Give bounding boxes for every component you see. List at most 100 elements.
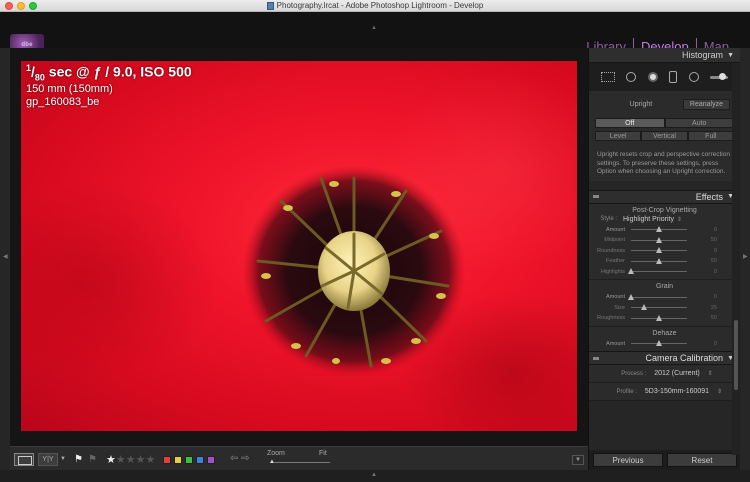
slider-value[interactable]: 50	[687, 237, 717, 243]
slider-value[interactable]: 25	[687, 305, 717, 311]
slider-thumb[interactable]	[628, 293, 634, 300]
upright-level-button[interactable]: Level	[595, 131, 642, 141]
slider-thumb[interactable]	[656, 314, 662, 321]
slider-label: Roundness	[597, 247, 625, 254]
slider-value[interactable]: 50	[687, 315, 717, 321]
slider-thumb[interactable]	[641, 304, 647, 311]
previous-photo-icon[interactable]: ⇦	[230, 453, 238, 464]
slider-value[interactable]: 0	[687, 341, 717, 347]
close-window-button[interactable]	[5, 2, 13, 10]
slider-track[interactable]	[628, 268, 687, 275]
effects-header[interactable]: Effects ▼	[589, 189, 740, 204]
profile-select[interactable]: 5D3-150mm-160091	[645, 388, 709, 395]
process-select-arrow-icon[interactable]: ⇕	[708, 370, 713, 377]
panel-switch-icon[interactable]	[593, 356, 599, 360]
effects-title: Effects	[695, 191, 724, 202]
slider-thumb[interactable]	[656, 236, 662, 243]
upright-row: Upright Reanalyze	[595, 99, 734, 110]
style-select-arrow-icon[interactable]: ⇕	[674, 216, 682, 223]
slider-thumb[interactable]	[656, 247, 662, 254]
slider-thumb[interactable]	[656, 340, 662, 347]
star-icon[interactable]: ★	[146, 454, 156, 466]
loupe-view-button[interactable]	[14, 453, 34, 466]
profile-select-arrow-icon[interactable]: ⇕	[717, 388, 722, 395]
color-label-blue[interactable]	[196, 456, 204, 464]
slider-track[interactable]	[628, 293, 687, 300]
right-panel-toggle-icon[interactable]: ▶	[743, 253, 748, 260]
left-panel-edge[interactable]: ◀	[0, 48, 10, 470]
star-icon[interactable]: ★	[116, 454, 126, 466]
slider-track[interactable]	[631, 236, 687, 243]
camera-calibration-title: Camera Calibration	[645, 353, 724, 363]
upright-auto-button[interactable]: Auto	[664, 118, 734, 128]
slider-track[interactable]	[631, 226, 687, 233]
radial-filter-tool-icon[interactable]	[688, 72, 699, 82]
flag-reject-icon[interactable]: ⚑	[88, 454, 97, 465]
poppy-photo[interactable]: 1/80 sec @ ƒ / 9.0, ISO 500 150 mm (150m…	[21, 61, 577, 431]
panel-switch-icon[interactable]	[593, 195, 599, 198]
next-photo-icon[interactable]: ⇨	[241, 453, 249, 464]
star-icon[interactable]: ★	[126, 454, 136, 466]
color-label-green[interactable]	[185, 456, 193, 464]
red-eye-tool-icon[interactable]	[647, 72, 658, 82]
slider-track[interactable]	[631, 314, 687, 321]
slider-value[interactable]: 0	[687, 269, 717, 275]
style-select[interactable]: Highlight Priority	[623, 216, 674, 223]
filmstrip-edge[interactable]: ▲	[0, 470, 750, 482]
top-panel-toggle-icon[interactable]: ▲	[371, 25, 377, 31]
dehaze-sliders: Amount 0	[593, 339, 736, 350]
zoom-slider-thumb[interactable]: ▲	[269, 459, 275, 465]
slider-thumb[interactable]	[656, 257, 662, 264]
process-select[interactable]: 2012 (Current)	[654, 370, 700, 377]
camera-calibration-header[interactable]: Camera Calibration ▼	[589, 351, 740, 365]
slider-row: Highlights 0	[593, 267, 736, 278]
exposure-text: sec @ ƒ / 9.0, ISO 500	[44, 63, 192, 80]
left-panel-toggle-icon[interactable]: ◀	[3, 253, 8, 260]
scrollbar-thumb[interactable]	[734, 320, 738, 390]
window-title-bar: Photography.lrcat - Adobe Photoshop Ligh…	[0, 0, 750, 12]
reanalyze-button[interactable]: Reanalyze	[682, 99, 730, 110]
slider-track[interactable]	[631, 257, 687, 264]
right-panel-scrollbar[interactable]	[732, 63, 740, 455]
focal-length-info: 150 mm (150mm)	[26, 83, 113, 96]
star-rating[interactable]: ★★★★★	[106, 453, 155, 466]
slider-track[interactable]	[631, 340, 687, 347]
previous-button[interactable]: Previous	[593, 453, 663, 467]
exposure-info: 1/80 sec @ ƒ / 9.0, ISO 500	[26, 63, 192, 83]
histogram-header[interactable]: Histogram ▼	[589, 48, 740, 63]
reset-button[interactable]: Reset	[667, 453, 737, 467]
upright-full-button[interactable]: Full	[687, 131, 734, 141]
graduated-filter-tool-icon[interactable]	[669, 71, 678, 83]
slider-track[interactable]	[631, 304, 687, 311]
slider-value[interactable]: 0	[687, 227, 717, 233]
slider-value[interactable]: 0	[687, 248, 717, 254]
slider-track[interactable]	[631, 247, 687, 254]
right-panel-edge[interactable]: ▶	[740, 48, 750, 470]
color-label-purple[interactable]	[207, 456, 215, 464]
slider-thumb[interactable]	[628, 268, 634, 275]
filmstrip-toggle-icon[interactable]: ▲	[371, 472, 377, 478]
color-label-yellow[interactable]	[174, 456, 182, 464]
photo-info-overlay: 1/80 sec @ ƒ / 9.0, ISO 500 150 mm (150m…	[26, 63, 192, 108]
upright-off-button[interactable]: Off	[595, 118, 665, 128]
maximize-window-button[interactable]	[29, 2, 37, 10]
slider-value[interactable]: 0	[687, 294, 717, 300]
toolbar-content-dropdown[interactable]: ▼	[572, 455, 584, 465]
slider-row: Feather 50	[593, 256, 736, 267]
minimize-window-button[interactable]	[17, 2, 25, 10]
star-icon[interactable]: ★	[106, 454, 116, 466]
adjustment-brush-tool-icon[interactable]	[710, 72, 729, 80]
spot-removal-tool-icon[interactable]	[626, 72, 637, 82]
before-after-dropdown-icon[interactable]: ▼	[60, 456, 66, 462]
crop-overlay-tool-icon[interactable]	[600, 72, 615, 82]
before-after-button[interactable]: Y|Y	[38, 453, 58, 466]
vignette-title: Post-Crop Vignetting	[632, 206, 697, 214]
star-icon[interactable]: ★	[136, 454, 146, 466]
zoom-slider[interactable]	[270, 462, 330, 463]
slider-value[interactable]: 50	[687, 258, 717, 264]
flag-pick-icon[interactable]: ⚑	[74, 454, 83, 465]
upright-vertical-button[interactable]: Vertical	[641, 131, 688, 141]
slider-thumb[interactable]	[656, 226, 662, 233]
collapse-triangle-icon[interactable]: ▼	[727, 52, 734, 59]
color-label-red[interactable]	[163, 456, 171, 464]
